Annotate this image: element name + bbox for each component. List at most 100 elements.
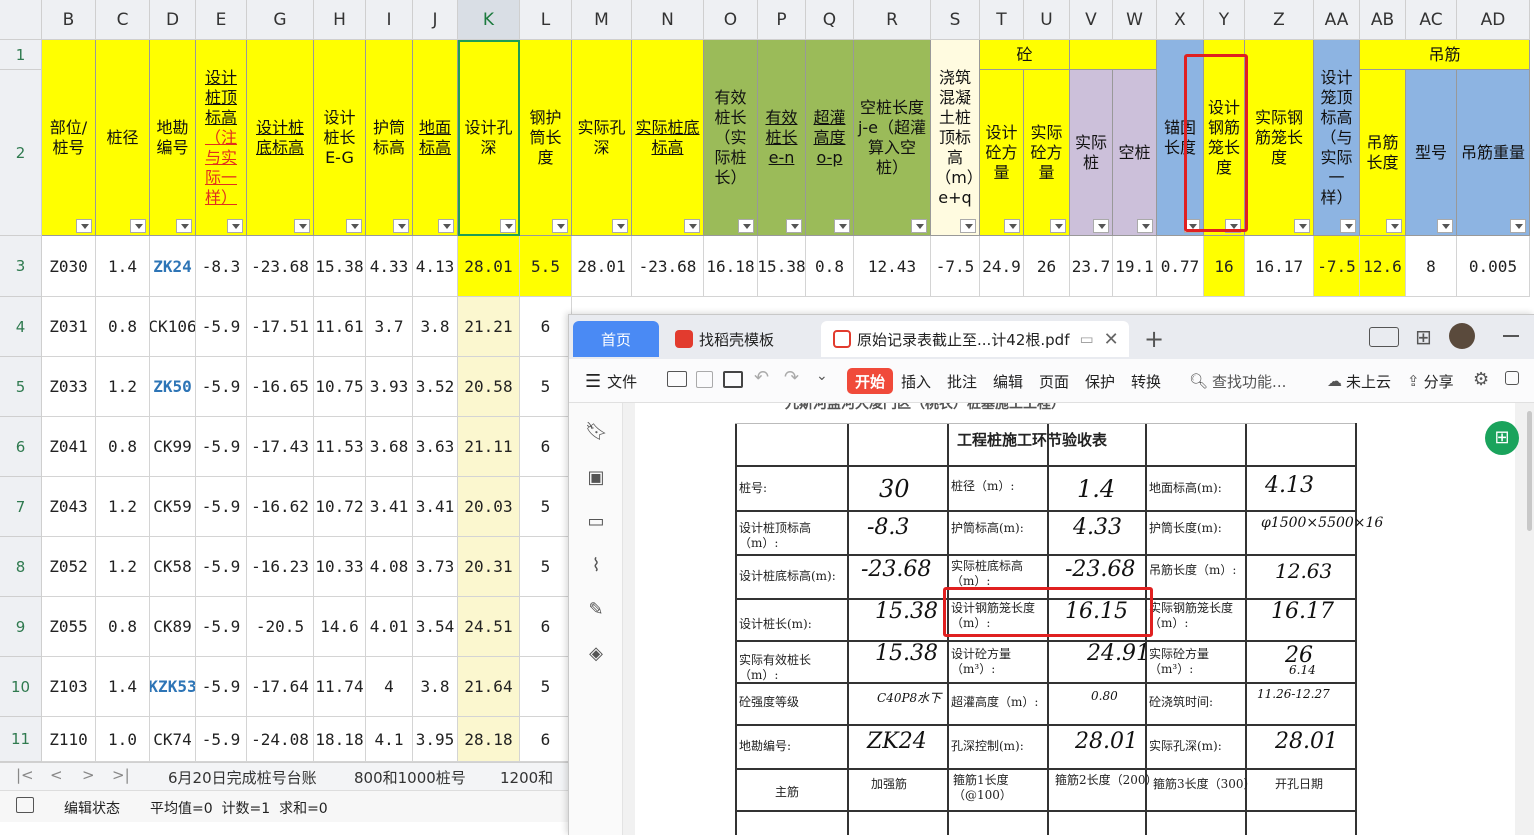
column-header-P[interactable]: P [758, 0, 806, 40]
table-cell[interactable]: 4.33 [366, 236, 413, 297]
table-cell[interactable]: -5.9 [196, 477, 247, 537]
header-r[interactable]: 空桩长度j-e（超灌算入空桩） [854, 40, 931, 236]
header-m[interactable]: 实际孔深 [572, 40, 632, 236]
header-aa[interactable]: 设计笼顶标高（与实际一样） [1314, 40, 1360, 236]
table-cell[interactable]: -17.43 [247, 417, 314, 477]
table-cell[interactable]: 15.38 [758, 236, 806, 297]
filter-dropdown-icon[interactable] [130, 219, 146, 233]
filter-dropdown-icon[interactable] [1437, 219, 1453, 233]
table-cell[interactable]: 11.53 [314, 417, 366, 477]
table-cell[interactable]: -16.65 [247, 357, 314, 417]
more-icon[interactable] [1505, 371, 1519, 385]
sheet-tab[interactable]: 800和1000桩号 [354, 767, 466, 788]
table-cell[interactable]: 3.73 [413, 537, 458, 597]
column-header-H[interactable]: H [314, 0, 366, 40]
column-header-AA[interactable]: AA [1314, 0, 1360, 40]
table-cell[interactable]: -7.5 [931, 236, 980, 297]
table-cell[interactable]: 3.41 [413, 477, 458, 537]
table-cell[interactable]: -5.9 [196, 297, 247, 357]
header-v[interactable]: 实际桩 [1070, 70, 1113, 236]
filter-dropdown-icon[interactable] [176, 219, 192, 233]
filter-dropdown-icon[interactable] [76, 219, 92, 233]
next-sheet-icon[interactable]: > [82, 766, 95, 784]
table-cell[interactable]: Z043 [42, 477, 96, 537]
sheet-tab[interactable]: 6月20日完成桩号台账 [168, 767, 317, 788]
table-cell[interactable]: 24.51 [458, 597, 520, 657]
filter-dropdown-icon[interactable] [911, 219, 927, 233]
table-cell[interactable]: 1.2 [96, 357, 150, 417]
filter-dropdown-icon[interactable] [393, 219, 409, 233]
table-cell[interactable]: CK106 [150, 297, 196, 357]
first-sheet-icon[interactable]: |< [16, 766, 34, 784]
column-header-N[interactable]: N [632, 0, 704, 40]
last-sheet-icon[interactable]: >| [112, 766, 130, 784]
table-cell[interactable]: 0.8 [96, 417, 150, 477]
table-cell[interactable]: 28.01 [572, 236, 632, 297]
filter-dropdown-icon[interactable] [1294, 219, 1310, 233]
header-c[interactable]: 桩径 [96, 40, 150, 236]
column-header-O[interactable]: O [704, 0, 758, 40]
column-header-E[interactable]: E [196, 0, 247, 40]
new-tab-button[interactable]: + [1144, 325, 1164, 353]
filter-dropdown-icon[interactable] [834, 219, 850, 233]
table-cell[interactable]: 10.72 [314, 477, 366, 537]
table-cell[interactable]: 0.77 [1157, 236, 1204, 297]
vertical-scrollbar[interactable] [1527, 411, 1532, 531]
table-cell[interactable]: 3.63 [413, 417, 458, 477]
column-header-Z[interactable]: Z [1245, 0, 1314, 40]
table-cell[interactable]: Z110 [42, 717, 96, 762]
table-cell[interactable]: -7.5 [1314, 236, 1360, 297]
menu-start[interactable]: 开始 [847, 368, 894, 394]
table-cell[interactable]: 21.21 [458, 297, 520, 357]
row-header-3[interactable]: 3 [0, 236, 42, 297]
table-cell[interactable]: 21.64 [458, 657, 520, 717]
column-header-V[interactable]: V [1070, 0, 1113, 40]
table-cell[interactable]: 5.5 [520, 236, 572, 297]
table-cell[interactable]: -5.9 [196, 357, 247, 417]
table-cell[interactable]: 3.52 [413, 357, 458, 417]
table-cell[interactable]: 5 [520, 537, 572, 597]
table-cell[interactable]: -17.64 [247, 657, 314, 717]
undo-icon[interactable]: ↶ [754, 367, 769, 388]
prev-sheet-icon[interactable]: < [50, 766, 63, 784]
filter-dropdown-icon[interactable] [612, 219, 628, 233]
header-o[interactable]: 有效桩长（实际桩长） [704, 40, 758, 236]
header-h[interactable]: 设计桩长E-G [314, 40, 366, 236]
table-cell[interactable]: 1.4 [96, 657, 150, 717]
table-cell[interactable]: CK89 [150, 597, 196, 657]
attachment-icon[interactable]: ⌇ [585, 555, 607, 577]
table-cell[interactable]: 4.01 [366, 597, 413, 657]
signature-icon[interactable]: ✎ [585, 599, 607, 621]
column-header-T[interactable]: T [980, 0, 1024, 40]
header-ab[interactable]: 吊筋长度 [1360, 70, 1406, 236]
table-cell[interactable]: 6 [520, 597, 572, 657]
table-cell[interactable]: 18.18 [314, 717, 366, 762]
menu-annotate[interactable]: 批注 [947, 369, 977, 393]
table-cell[interactable]: -8.3 [196, 236, 247, 297]
row-header-10[interactable]: 10 [0, 657, 42, 717]
table-cell[interactable]: 5 [520, 357, 572, 417]
menu-file[interactable]: ☰ 文件 [585, 369, 637, 393]
table-cell[interactable]: 11.61 [314, 297, 366, 357]
row-header-4[interactable]: 4 [0, 297, 42, 357]
float-window-icon[interactable]: ▭ [1079, 330, 1093, 348]
table-cell[interactable]: 10.75 [314, 357, 366, 417]
table-cell[interactable]: -5.9 [196, 417, 247, 477]
table-cell[interactable]: 12.43 [854, 236, 931, 297]
column-header-S[interactable]: S [931, 0, 980, 40]
column-header-B[interactable]: B [42, 0, 96, 40]
table-cell[interactable]: 0.005 [1457, 236, 1530, 297]
table-cell[interactable]: 28.01 [458, 236, 520, 297]
table-cell[interactable]: -23.68 [632, 236, 704, 297]
menu-insert[interactable]: 插入 [901, 369, 931, 393]
table-cell[interactable]: -16.62 [247, 477, 314, 537]
table-cell[interactable]: -5.9 [196, 657, 247, 717]
filter-dropdown-icon[interactable] [1093, 219, 1109, 233]
status-mode-icon[interactable] [16, 797, 34, 813]
filter-dropdown-icon[interactable] [1340, 219, 1356, 233]
menu-protect[interactable]: 保护 [1085, 369, 1115, 393]
column-header-U[interactable]: U [1024, 0, 1070, 40]
table-cell[interactable]: 0.8 [806, 236, 854, 297]
filter-dropdown-icon[interactable] [960, 219, 976, 233]
open-folder-icon[interactable] [667, 371, 687, 387]
